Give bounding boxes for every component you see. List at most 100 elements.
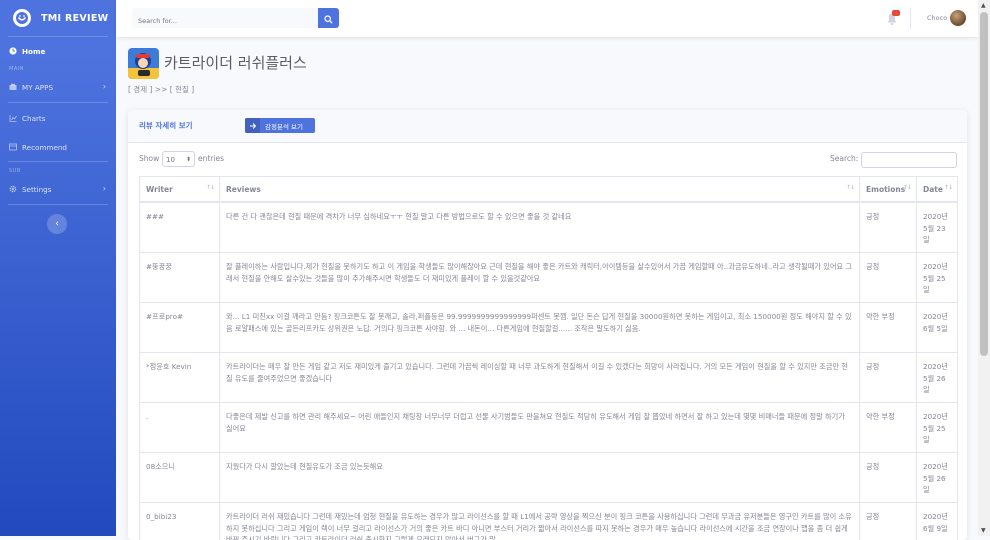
chevron-left-icon: ‹ xyxy=(55,219,59,229)
date-cell: 2020년 6월 9일 xyxy=(917,503,958,540)
search-input[interactable] xyxy=(132,11,324,31)
page-title: 카트라이더 러쉬플러스 xyxy=(164,52,307,73)
topbar-divider xyxy=(910,8,911,29)
scroll-up-icon[interactable]: ▲ xyxy=(981,2,986,9)
date-cell: 2020년 5월 25일 xyxy=(917,403,958,453)
settings-icon xyxy=(9,185,17,193)
logo-icon xyxy=(13,9,31,27)
writer-cell: #프로pro# xyxy=(140,303,220,353)
scrollbar-thumb[interactable] xyxy=(980,12,988,356)
column-header-reviews[interactable]: Reviews↑↓ xyxy=(220,177,860,203)
sort-icon: ↑↓ xyxy=(206,184,214,191)
writer-cell: 08소으니 xyxy=(140,453,220,503)
column-header-date[interactable]: Date↑↓ xyxy=(917,177,958,203)
user-name[interactable]: Choco xyxy=(927,14,947,22)
review-cell: 다좋은데 제발 신고를 하면 관리 해주세요~ 어린 애들인지 채팅창 너무너무… xyxy=(220,403,860,453)
table-row[interactable]: . 다좋은데 제발 신고를 하면 관리 해주세요~ 어린 애들인지 채팅창 너무… xyxy=(140,403,958,453)
chart-icon xyxy=(9,114,17,122)
chevron-right-icon: › xyxy=(103,82,106,91)
sort-icon: ↑↓ xyxy=(944,184,952,191)
breadcrumb: [ 경제 ] >> [ 현질 ] xyxy=(128,84,194,95)
topbar: Choco xyxy=(116,0,978,37)
select-caret-icon: ⬍ xyxy=(186,152,191,168)
table-row[interactable]: #프로pro# 와... L1 미친xx 이걸 깨라고 만듬? 핑크코튼도 잘 … xyxy=(140,303,958,353)
search-field xyxy=(132,8,318,28)
avatar[interactable] xyxy=(950,10,966,26)
date-cell: 2020년 6월 5일 xyxy=(917,303,958,353)
app-icon xyxy=(128,48,159,79)
sidebar-toggle-button[interactable]: ‹ xyxy=(47,214,67,234)
date-cell: 2020년 5월 26일 xyxy=(917,453,958,503)
writer-cell: 0_bibi23 xyxy=(140,503,220,540)
reviews-table: Writer↑↓ Reviews↑↓ Emotions↑↓ Date↑↓ ###… xyxy=(139,176,958,540)
sidebar-item-home[interactable]: Home xyxy=(0,38,116,64)
sidebar-item-charts[interactable]: Charts xyxy=(0,105,116,131)
table-row[interactable]: *정윤호 Kevin 카트라이더는 매우 잘 만든 게임 같고 저도 재미있게 … xyxy=(140,353,958,403)
review-cell: 카트라이더는 매우 잘 만든 게임 같고 저도 재미있게 즐기고 있습니다. 그… xyxy=(220,353,860,403)
page-size-select[interactable]: 10 ⬍ xyxy=(162,151,195,167)
search-icon xyxy=(324,9,333,28)
column-header-writer[interactable]: Writer↑↓ xyxy=(140,177,220,203)
entries-label: entries xyxy=(198,154,224,163)
sidebar-item-label: Home xyxy=(22,47,45,56)
sidebar-heading-main: MAIN xyxy=(0,64,116,74)
writer-cell: #뚱꿍꿍 xyxy=(140,253,220,303)
sidebar-item-settings[interactable]: Settings › xyxy=(0,176,116,202)
date-cell: 2020년 5월 23일 xyxy=(917,202,958,253)
sort-icon: ↑↓ xyxy=(903,184,911,191)
emotion-cell: 긍정 xyxy=(860,353,917,403)
table-row[interactable]: #뚱꿍꿍 잘 플레이하는 사람입니다.제가 현질을 못하기도 하고 이 게임을 … xyxy=(140,253,958,303)
brand[interactable]: TMI REVIEW xyxy=(0,0,116,36)
home-icon xyxy=(9,47,17,55)
sidebar-divider xyxy=(8,102,108,103)
sidebar-divider xyxy=(8,36,108,37)
review-card: 리뷰 자세히 보기 감정분석 보기 Show 10 ⬍ entries Sear… xyxy=(128,110,967,540)
table-row[interactable]: 08소으니 지웠다가 다시 깔았는데 현질유도가 조금 있는듯해요 긍정 202… xyxy=(140,453,958,503)
emotion-cell: 긍정 xyxy=(860,503,917,540)
apps-icon xyxy=(9,83,17,91)
column-header-emotions[interactable]: Emotions↑↓ xyxy=(860,177,917,203)
emotion-cell: 약한 부정 xyxy=(860,303,917,353)
sort-icon: ↑↓ xyxy=(846,184,854,191)
sidebar-item-label: Charts xyxy=(22,114,46,123)
sidebar-item-label: MY APPS xyxy=(22,83,53,92)
date-cell: 2020년 5월 26일 xyxy=(917,353,958,403)
page-size-value: 10 xyxy=(166,156,175,164)
sidebar-divider xyxy=(8,161,108,162)
card-title: 리뷰 자세히 보기 xyxy=(139,120,193,131)
sidebar-item-label: Recommend xyxy=(22,143,67,152)
emotion-cell: 긍정 xyxy=(860,253,917,303)
sidebar-item-my-apps[interactable]: MY APPS › xyxy=(0,74,116,100)
sidebar-divider xyxy=(8,204,108,205)
review-cell: 지웠다가 다시 깔았는데 현질유도가 조금 있는듯해요 xyxy=(220,453,860,503)
sentiment-button-label: 감정분석 보기 xyxy=(265,121,303,131)
card-header: 리뷰 자세히 보기 감정분석 보기 xyxy=(128,110,967,143)
table-row[interactable]: ### 다른 건 다 괜찮은데 현질 때문에 격차가 너무 심하네요ㅜㅜ 현질 … xyxy=(140,202,958,253)
date-cell: 2020년 5월 25일 xyxy=(917,253,958,303)
review-cell: 다른 건 다 괜찮은데 현질 때문에 격차가 너무 심하네요ㅜㅜ 현질 말고 다… xyxy=(220,202,860,253)
review-cell: 와... L1 미친xx 이걸 깨라고 만듬? 핑크코튼도 잘 못깨고, 솔라,… xyxy=(220,303,860,353)
emotion-cell: 긍정 xyxy=(860,453,917,503)
writer-cell: . xyxy=(140,403,220,453)
table-search-label: Search: xyxy=(830,154,858,163)
sidebar: TMI REVIEW Home MAIN MY APPS › Charts Re… xyxy=(0,0,116,536)
writer-cell: ### xyxy=(140,202,220,253)
search-button[interactable] xyxy=(318,8,339,28)
review-cell: 카트라이더 러쉬 재밌습니다 그런데 재밌는데 엄청 현질을 유도하는 경우가 … xyxy=(220,503,860,540)
notification-badge xyxy=(892,10,900,16)
sidebar-item-label: Settings xyxy=(22,185,51,194)
emotion-cell: 약한 부정 xyxy=(860,403,917,453)
sidebar-heading-sub: SUB xyxy=(0,166,116,176)
review-cell: 잘 플레이하는 사람입니다.제가 현질을 못하기도 하고 이 게임을 학생들도 … xyxy=(220,253,860,303)
table-row[interactable]: 0_bibi23 카트라이더 러쉬 재밌습니다 그런데 재밌는데 엄청 현질을 … xyxy=(140,503,958,540)
table-search-input[interactable] xyxy=(861,152,957,168)
recommend-icon xyxy=(9,143,17,151)
show-label: Show xyxy=(139,154,159,163)
table-header-row: Writer↑↓ Reviews↑↓ Emotions↑↓ Date↑↓ xyxy=(140,177,958,203)
writer-cell: *정윤호 Kevin xyxy=(140,353,220,403)
page-scrollbar[interactable]: ▲ ▼ xyxy=(978,0,990,536)
chevron-right-icon: › xyxy=(103,184,106,193)
sidebar-item-recommend[interactable]: Recommend xyxy=(0,134,116,160)
scroll-down-icon[interactable]: ▼ xyxy=(981,527,986,534)
sentiment-analysis-button[interactable]: 감정분석 보기 xyxy=(245,118,315,133)
